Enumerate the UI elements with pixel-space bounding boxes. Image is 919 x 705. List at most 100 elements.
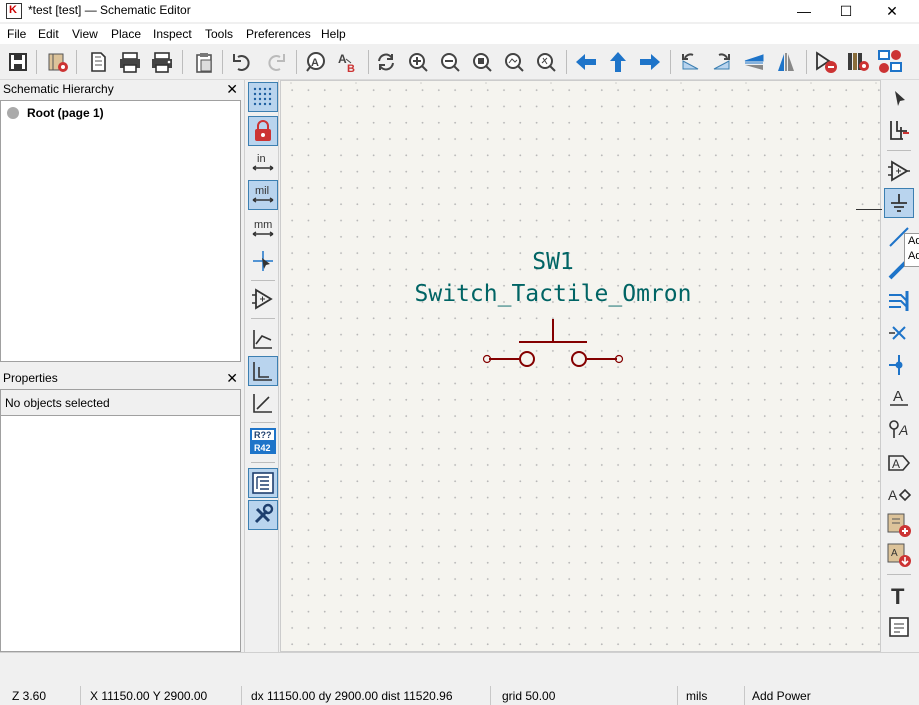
- hierarchy-tree: Root (page 1): [0, 100, 241, 362]
- navigate-forward-icon[interactable]: [636, 48, 664, 76]
- mirror-horizontal-icon[interactable]: [772, 48, 800, 76]
- properties-panel-title: Properties: [0, 369, 242, 389]
- add-global-label-icon[interactable]: A: [884, 448, 914, 478]
- mirror-vertical-icon[interactable]: [740, 48, 768, 76]
- svg-text:mil: mil: [255, 185, 269, 197]
- zoom-objects-icon[interactable]: [500, 48, 528, 76]
- svg-text:A: A: [892, 457, 900, 471]
- properties-close-icon[interactable]: ✕: [226, 370, 238, 387]
- find-icon[interactable]: A: [302, 48, 330, 76]
- minimize-button[interactable]: —: [781, 0, 827, 22]
- hierarchy-root-label: Root (page 1): [27, 106, 104, 120]
- cursor-crosshair-icon[interactable]: [248, 246, 278, 276]
- hierarchy-panel-title: Schematic Hierarchy: [0, 80, 242, 100]
- add-text-icon[interactable]: T: [884, 580, 914, 610]
- menu-place[interactable]: Place: [111, 27, 141, 41]
- import-sheet-pin-icon[interactable]: A: [884, 540, 914, 570]
- zoom-out-icon[interactable]: [436, 48, 464, 76]
- line-mode-45-icon[interactable]: [248, 388, 278, 418]
- annotate-icon[interactable]: [876, 48, 904, 76]
- print-icon[interactable]: [116, 48, 144, 76]
- hierarchy-navigator-icon[interactable]: [248, 468, 278, 498]
- find-replace-icon[interactable]: AB: [334, 48, 362, 76]
- refresh-icon[interactable]: [372, 48, 400, 76]
- add-sheet-icon[interactable]: [884, 510, 914, 540]
- switch-symbol: [489, 319, 617, 367]
- svg-text:B: B: [347, 63, 355, 73]
- zoom-selection-icon[interactable]: [532, 48, 560, 76]
- paste-icon[interactable]: [190, 48, 218, 76]
- rotate-cw-icon[interactable]: [708, 48, 736, 76]
- close-button[interactable]: ✕: [869, 0, 915, 22]
- grid-lock-icon[interactable]: [248, 116, 278, 146]
- svg-text:R??: R??: [254, 430, 272, 440]
- navigate-back-icon[interactable]: [572, 48, 600, 76]
- units-mm-button[interactable]: mm: [248, 214, 278, 244]
- properties-grid: [0, 415, 241, 652]
- menu-bar: File Edit View Place Inspect Tools Prefe…: [0, 24, 919, 44]
- line-mode-free-icon[interactable]: [248, 324, 278, 354]
- rotate-ccw-icon[interactable]: [676, 48, 704, 76]
- add-bus-entry-icon[interactable]: [884, 286, 914, 316]
- redo-icon[interactable]: [262, 48, 290, 76]
- svg-text:A: A: [891, 548, 898, 559]
- add-text-box-icon[interactable]: [884, 612, 914, 642]
- main-toolbar: A AB: [0, 44, 919, 80]
- status-current-tool: Add Power: [752, 689, 811, 703]
- add-hierarchical-label-icon[interactable]: A: [884, 480, 914, 510]
- maximize-button[interactable]: ☐: [823, 0, 869, 22]
- properties-manager-icon[interactable]: [248, 500, 278, 530]
- add-no-connect-icon[interactable]: [884, 318, 914, 348]
- bom-icon[interactable]: [844, 48, 872, 76]
- hidden-pins-icon[interactable]: [248, 284, 278, 314]
- line-mode-90-icon[interactable]: [248, 356, 278, 386]
- svg-text:A: A: [311, 57, 319, 69]
- right-toolbar: A A A A A T: [881, 80, 919, 652]
- navigate-up-icon[interactable]: [604, 48, 632, 76]
- tooltip-fragment: Ad Ad: [904, 233, 919, 267]
- add-power-icon[interactable]: [884, 188, 914, 218]
- add-symbol-icon[interactable]: [884, 156, 914, 186]
- canvas-crosshair-fragment: [856, 209, 882, 210]
- hierarchy-root-item[interactable]: Root (page 1): [7, 106, 104, 120]
- hierarchy-close-icon[interactable]: ✕: [226, 81, 238, 98]
- schematic-drawing: SW1 Switch_Tactile_Omron: [290, 82, 877, 367]
- menu-help[interactable]: Help: [321, 27, 346, 41]
- component-value: Switch_Tactile_Omron: [415, 281, 692, 307]
- svg-text:R42: R42: [254, 443, 271, 453]
- status-units: mils: [686, 689, 708, 703]
- svg-text:A: A: [898, 422, 908, 438]
- annotation-r-icon[interactable]: R?? R42: [248, 426, 278, 456]
- window-title: *test [test] — Schematic Editor: [28, 3, 191, 17]
- zoom-fit-icon[interactable]: [468, 48, 496, 76]
- schematic-canvas[interactable]: SW1 Switch_Tactile_Omron: [280, 80, 881, 652]
- svg-text:A: A: [893, 388, 903, 405]
- add-junction-icon[interactable]: [884, 350, 914, 380]
- menu-preferences[interactable]: Preferences: [246, 27, 311, 41]
- menu-inspect[interactable]: Inspect: [153, 27, 192, 41]
- undo-icon[interactable]: [228, 48, 256, 76]
- menu-file[interactable]: File: [7, 27, 26, 41]
- svg-text:A: A: [888, 487, 898, 503]
- select-tool-icon[interactable]: [884, 84, 914, 114]
- properties-panel: Properties ✕ No objects selected: [0, 369, 242, 652]
- page-settings-icon[interactable]: [84, 48, 112, 76]
- status-zoom: Z 3.60: [12, 689, 47, 703]
- menu-tools[interactable]: Tools: [205, 27, 233, 41]
- status-bar: Z 3.60 X 11150.00 Y 2900.00 dx 11150.00 …: [0, 652, 919, 705]
- plot-icon[interactable]: [148, 48, 176, 76]
- menu-view[interactable]: View: [72, 27, 98, 41]
- symbol-editor-icon[interactable]: [44, 48, 72, 76]
- status-delta: dx 11150.00 dy 2900.00 dist 11520.96: [251, 689, 453, 703]
- menu-edit[interactable]: Edit: [38, 27, 59, 41]
- svg-text:mm: mm: [254, 219, 272, 231]
- erc-icon[interactable]: [812, 48, 840, 76]
- grid-toggle-icon[interactable]: [248, 82, 278, 112]
- schematic-setup-icon[interactable]: [4, 48, 32, 76]
- zoom-in-icon[interactable]: [404, 48, 432, 76]
- add-net-class-icon[interactable]: A: [884, 414, 914, 444]
- units-mils-button[interactable]: mil: [248, 180, 278, 210]
- add-label-icon[interactable]: A: [884, 382, 914, 412]
- highlight-net-icon[interactable]: [884, 116, 914, 146]
- units-inches-button[interactable]: in: [248, 148, 278, 178]
